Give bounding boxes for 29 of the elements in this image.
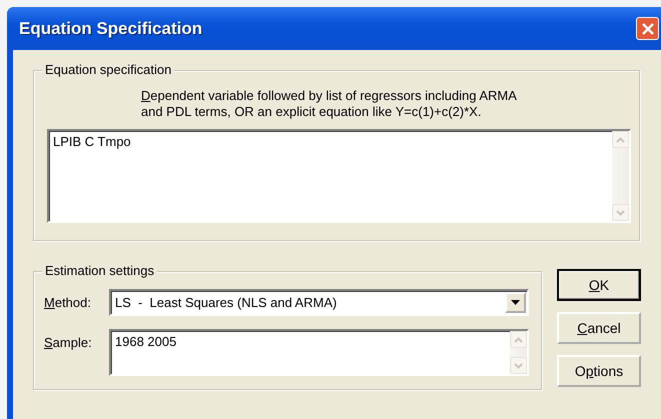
chevron-down-icon [514, 362, 523, 368]
window-title: Equation Specification [19, 18, 202, 38]
dialog-button[interactable]: OK [557, 269, 641, 301]
method-label: Method: [44, 294, 92, 310]
scroll-up-button[interactable] [612, 131, 629, 148]
scroll-up-button[interactable] [510, 331, 527, 348]
close-button[interactable] [636, 17, 659, 40]
chevron-down-icon [616, 210, 625, 216]
scrollbar[interactable] [612, 131, 629, 221]
sample-text: 1968 2005 [114, 333, 176, 349]
dialog-button[interactable]: Cancel [557, 312, 641, 344]
chevron-up-icon [514, 336, 523, 342]
hint-text: and PDL terms, OR an explicit equation like Y=c(1)+c(2)*X. [141, 104, 482, 120]
scroll-down-button[interactable] [510, 357, 527, 374]
chevron-up-icon [616, 136, 625, 142]
group-title: Equation specification [42, 62, 174, 78]
dropdown-button[interactable] [505, 292, 526, 313]
dialog-button[interactable]: Options [557, 355, 641, 387]
close-icon [640, 22, 654, 36]
sample-label: Sample: [44, 334, 93, 350]
caret-icon [511, 300, 520, 305]
sample-field[interactable]: 1968 2005 [109, 329, 529, 376]
scroll-down-button[interactable] [612, 204, 629, 221]
method-dropdown[interactable]: LS - Least Squares (NLS and ARMA) [109, 289, 529, 316]
equation-text: LPIB C Tmpo [52, 133, 131, 149]
hint-text: Dependent variable followed by list of regressors including ARMA [141, 88, 517, 104]
group-title: Estimation settings [42, 263, 158, 279]
equation-field[interactable]: LPIB C Tmpo [47, 129, 631, 223]
scrollbar[interactable] [510, 331, 527, 374]
